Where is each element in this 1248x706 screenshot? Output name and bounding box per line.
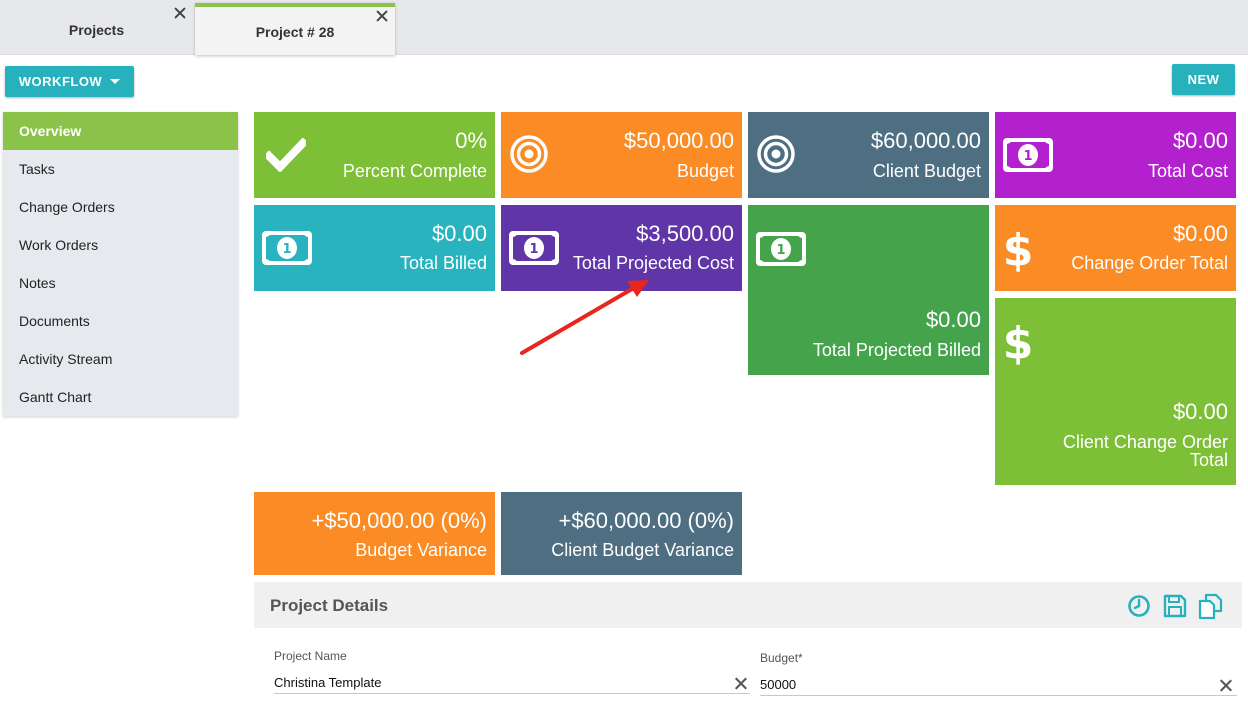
- tile-value: $0.00: [1172, 221, 1228, 246]
- workflow-dropdown-button[interactable]: WORKFLOW: [5, 66, 134, 97]
- tile-label: Total Projected Cost: [572, 253, 734, 273]
- save-icon[interactable]: [1162, 593, 1188, 619]
- tile-label: Budget: [676, 161, 734, 181]
- svg-text:1: 1: [776, 243, 785, 258]
- tile-value: $0.00: [1172, 399, 1228, 424]
- sidebar-item-activity-stream[interactable]: Activity Stream: [3, 340, 238, 378]
- project-details-header: Project Details: [254, 582, 1242, 628]
- target-icon: [757, 135, 795, 173]
- workflow-label: WORKFLOW: [18, 74, 103, 89]
- tile-percent-complete[interactable]: 0% Percent Complete: [254, 112, 495, 198]
- tile-client-change-order-total[interactable]: $ $0.00 Client Change Order Total: [995, 298, 1236, 485]
- tile-value: $60,000.00: [870, 128, 981, 153]
- red-arrow-annotation: [520, 280, 649, 355]
- tile-client-budget[interactable]: $60,000.00 Client Budget: [748, 112, 989, 198]
- tile-label: Client Budget Variance: [551, 540, 734, 560]
- sidebar: Overview Tasks Change Orders Work Orders…: [3, 112, 238, 416]
- svg-text:1: 1: [1023, 149, 1032, 164]
- tab-label: Projects: [68, 22, 125, 38]
- copy-icon[interactable]: [1197, 593, 1223, 619]
- tab-bar: Projects Project # 28: [0, 0, 1248, 55]
- tile-budget[interactable]: $50,000.00 Budget: [501, 112, 742, 198]
- tile-label: Budget Variance: [355, 540, 487, 560]
- project-name-label: Project Name: [274, 649, 347, 663]
- tile-label: Total Projected Billed: [812, 340, 981, 360]
- svg-text:$: $: [1003, 318, 1033, 366]
- tile-value: $3,500.00: [636, 221, 734, 246]
- tile-value: 0%: [455, 128, 487, 153]
- tile-total-projected-billed[interactable]: 1 $0.00 Total Projected Billed: [748, 205, 989, 375]
- tile-label: Client Budget: [872, 161, 981, 181]
- svg-text:1: 1: [529, 242, 538, 257]
- clock-icon[interactable]: [1126, 593, 1152, 619]
- checkmark-icon: [266, 138, 306, 172]
- tile-value: $50,000.00: [623, 128, 734, 153]
- dollar-icon: $: [1003, 225, 1033, 273]
- tile-value: +$60,000.00 (0%): [558, 508, 734, 533]
- tile-label: Total Cost: [1147, 161, 1228, 181]
- tile-total-billed[interactable]: 1 $0.00 Total Billed: [254, 205, 495, 291]
- budget-input[interactable]: [760, 674, 1237, 696]
- dollar-icon: $: [1003, 318, 1033, 366]
- tile-total-cost[interactable]: 1 $0.00 Total Cost: [995, 112, 1236, 198]
- project-name-input[interactable]: [274, 672, 750, 694]
- clear-icon[interactable]: [734, 677, 747, 690]
- tab-projects[interactable]: Projects: [0, 4, 193, 54]
- caret-down-icon: [110, 79, 121, 84]
- money-icon: 1: [1003, 138, 1053, 172]
- tile-label: Total Billed: [399, 253, 487, 273]
- tile-label: Change Order Total: [1071, 253, 1228, 273]
- sidebar-item-gantt-chart[interactable]: Gantt Chart: [3, 378, 238, 416]
- tile-label: Client Change Order Total: [1062, 432, 1228, 470]
- sidebar-item-documents[interactable]: Documents: [3, 302, 238, 340]
- svg-text:1: 1: [282, 242, 291, 257]
- money-icon: 1: [509, 231, 559, 265]
- tile-value: $0.00: [1172, 128, 1228, 153]
- section-title: Project Details: [270, 596, 389, 615]
- sidebar-item-change-orders[interactable]: Change Orders: [3, 188, 238, 226]
- tile-value: $0.00: [925, 307, 981, 332]
- svg-text:$: $: [1003, 225, 1033, 273]
- sidebar-item-tasks[interactable]: Tasks: [3, 150, 238, 188]
- tile-budget-variance[interactable]: +$50,000.00 (0%) Budget Variance: [254, 492, 495, 575]
- sidebar-item-notes[interactable]: Notes: [3, 264, 238, 302]
- money-icon: 1: [756, 232, 806, 266]
- tile-change-order-total[interactable]: $ $0.00 Change Order Total: [995, 205, 1236, 291]
- close-icon[interactable]: [173, 6, 187, 20]
- clear-icon[interactable]: [1219, 679, 1232, 692]
- tile-label: Percent Complete: [342, 161, 487, 181]
- tile-value: +$50,000.00 (0%): [311, 508, 487, 533]
- new-button[interactable]: NEW: [1172, 64, 1235, 95]
- budget-label: Budget*: [760, 651, 803, 665]
- tab-project-28[interactable]: Project # 28: [195, 3, 395, 55]
- target-icon: [510, 135, 548, 173]
- tile-value: $0.00: [431, 221, 487, 246]
- tab-label: Project # 28: [255, 24, 335, 40]
- sidebar-item-work-orders[interactable]: Work Orders: [3, 226, 238, 264]
- money-icon: 1: [262, 231, 312, 265]
- close-icon[interactable]: [375, 9, 389, 23]
- sidebar-item-overview[interactable]: Overview: [3, 112, 238, 150]
- tile-client-budget-variance[interactable]: +$60,000.00 (0%) Client Budget Variance: [501, 492, 742, 575]
